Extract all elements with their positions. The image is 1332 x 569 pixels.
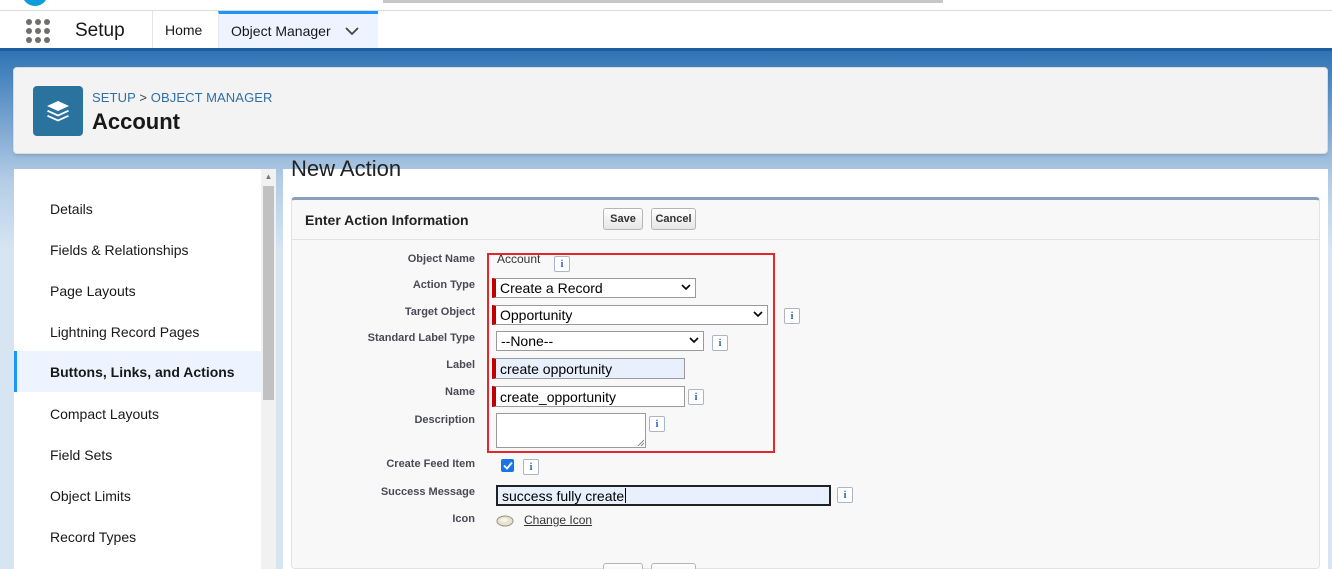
- object-header: SETUP > OBJECT MANAGER Account: [13, 67, 1328, 154]
- target-object-label: Target Object: [404, 306, 475, 318]
- sidebar-item-object-limits[interactable]: Object Limits: [14, 475, 261, 516]
- checkmark-icon: [502, 461, 513, 470]
- breadcrumb-setup-link[interactable]: SETUP: [92, 90, 136, 105]
- tab-object-manager-label: Object Manager: [231, 23, 331, 39]
- scroll-thumb[interactable]: [263, 186, 274, 400]
- scroll-up-icon[interactable]: ▲: [261, 171, 276, 183]
- context-navigation: Setup Home Object Manager: [0, 11, 1332, 51]
- bottom-cancel-button[interactable]: [651, 563, 696, 569]
- text-cursor: [625, 488, 627, 503]
- sidebar-item-lightning-record-pages[interactable]: Lightning Record Pages: [14, 311, 261, 352]
- info-icon[interactable]: i: [523, 459, 539, 475]
- new-action-title: New Action: [291, 156, 402, 181]
- create-feed-item-label: Create Feed Item: [386, 458, 475, 470]
- layers-icon: [33, 86, 83, 136]
- breadcrumb-separator: >: [139, 90, 148, 105]
- sidebar-item-field-sets[interactable]: Field Sets: [14, 434, 261, 475]
- object-name-label: Object Name: [407, 253, 475, 265]
- icon-label: Icon: [452, 513, 475, 525]
- global-header: [0, 0, 1332, 11]
- action-icon-image: [496, 515, 514, 527]
- tab-object-manager[interactable]: Object Manager: [218, 11, 378, 48]
- name-field-label: Name: [445, 386, 475, 398]
- global-search-bar[interactable]: [383, 0, 943, 3]
- sidebar-item-page-layouts[interactable]: Page Layouts: [14, 270, 261, 311]
- change-icon-link[interactable]: Change Icon: [524, 513, 592, 527]
- description-label: Description: [414, 414, 475, 426]
- bottom-save-button[interactable]: [603, 563, 643, 569]
- save-button[interactable]: Save: [603, 208, 643, 230]
- info-icon[interactable]: i: [837, 487, 853, 503]
- app-name: Setup: [75, 20, 125, 41]
- sidebar: Details Fields & Relationships Page Layo…: [14, 169, 261, 569]
- action-type-label: Action Type: [412, 279, 475, 291]
- cancel-button[interactable]: Cancel: [651, 208, 696, 230]
- sidebar-item-compact-layouts[interactable]: Compact Layouts: [14, 393, 261, 434]
- annotation-highlight-box: [487, 253, 775, 453]
- breadcrumb: SETUP > OBJECT MANAGER: [92, 90, 273, 105]
- app-launcher-icon[interactable]: [26, 19, 50, 43]
- sidebar-item-details[interactable]: Details: [14, 188, 261, 229]
- sidebar-item-buttons-links-actions[interactable]: Buttons, Links, and Actions: [14, 351, 261, 392]
- create-feed-item-checkbox[interactable]: [501, 459, 514, 472]
- tab-home-label: Home: [165, 21, 203, 38]
- tab-home[interactable]: Home: [152, 11, 218, 48]
- main-content: New Action Enter Action Information Save…: [283, 156, 1328, 569]
- sidebar-scrollbar[interactable]: ▲: [261, 169, 276, 569]
- success-message-input[interactable]: success fully create: [496, 485, 831, 506]
- success-message-label: Success Message: [380, 486, 475, 498]
- info-icon[interactable]: i: [784, 308, 800, 324]
- sidebar-item-record-types[interactable]: Record Types: [14, 516, 261, 557]
- chevron-down-icon[interactable]: [344, 23, 359, 39]
- sidebar-item-fields-relationships[interactable]: Fields & Relationships: [14, 229, 261, 270]
- success-message-value: success fully create: [502, 487, 625, 504]
- salesforce-logo-icon[interactable]: [22, 0, 48, 6]
- label-field-label: Label: [446, 359, 475, 371]
- action-form: Enter Action Information Save Cancel Obj…: [291, 197, 1320, 569]
- field-labels: Object Name Action Type Target Object St…: [292, 200, 475, 569]
- breadcrumb-object-manager-link[interactable]: OBJECT MANAGER: [151, 90, 273, 105]
- page-title: Account: [92, 109, 180, 134]
- standard-label-type-label: Standard Label Type: [367, 332, 475, 344]
